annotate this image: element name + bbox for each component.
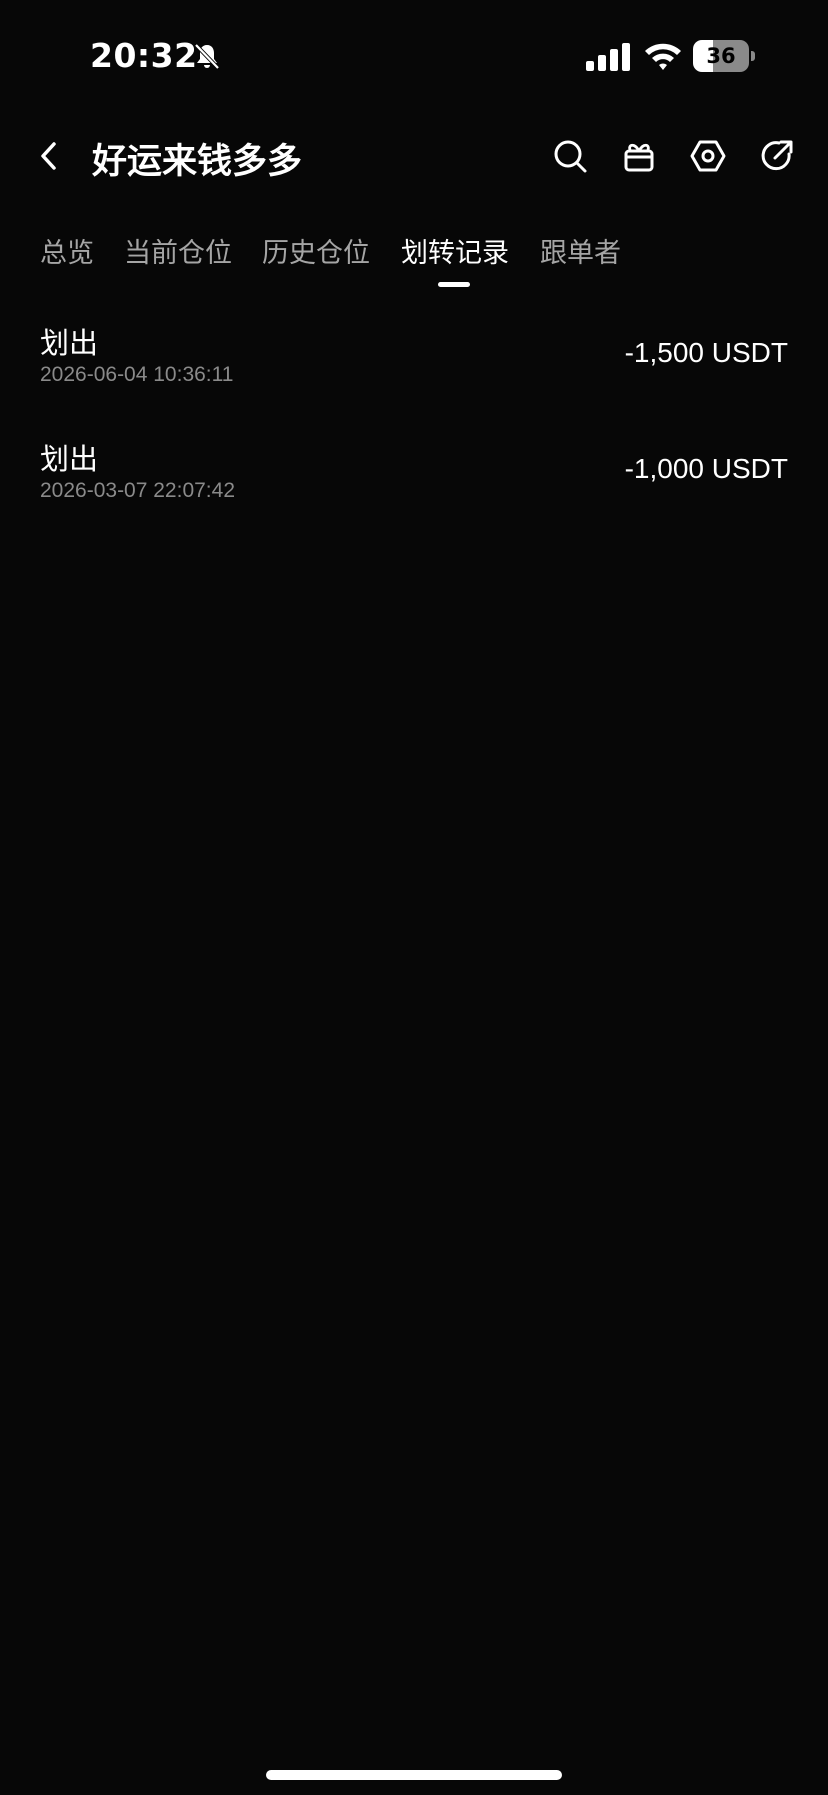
list-item[interactable]: 划出 2026-03-07 22:07:42 -1,000 USDT [0,428,828,544]
record-time: 2026-03-07 22:07:42 [40,479,235,502]
hexagon-settings-icon [690,140,726,172]
wifi-icon [645,43,681,70]
record-amount: -1,000 USDT [624,453,788,484]
tab-history-positions[interactable]: 历史仓位 [262,231,370,270]
record-time: 2026-06-04 10:36:11 [40,363,234,386]
cellular-signal-icon [586,43,630,71]
share-arrow-icon [761,140,793,171]
bell-muted-icon [194,43,220,70]
transfer-record-list: 划出 2026-06-04 10:36:11 -1,500 USDT 划出 20… [0,312,828,544]
nav-bar: 好运来钱多多 [0,120,828,192]
settings-button[interactable] [686,134,730,178]
tab-current-positions[interactable]: 当前仓位 [124,231,232,270]
tab-bar: 总览 当前仓位 历史仓位 划转记录 跟单者 [0,225,828,295]
gift-icon [624,143,654,172]
record-type: 划出 [40,442,99,476]
list-item[interactable]: 划出 2026-06-04 10:36:11 -1,500 USDT [0,312,828,428]
active-tab-indicator [438,282,470,287]
status-time: 20:32 [90,36,198,75]
battery-level: 36 [693,40,749,72]
battery-tip [751,51,755,61]
search-button[interactable] [548,134,592,178]
tab-overview[interactable]: 总览 [40,231,94,270]
gift-button[interactable] [617,134,661,178]
chevron-left-icon[interactable] [32,136,68,176]
record-amount: -1,500 USDT [624,337,788,368]
tab-transfer-records[interactable]: 划转记录 [401,231,509,270]
share-button[interactable] [755,134,799,178]
page-title: 好运来钱多多 [92,142,303,182]
search-icon [554,140,587,173]
battery-icon: 36 [693,40,755,72]
status-bar: 20:32 36 [0,0,828,110]
tab-followers[interactable]: 跟单者 [540,231,621,270]
record-type: 划出 [40,326,99,360]
home-indicator[interactable] [266,1770,562,1780]
